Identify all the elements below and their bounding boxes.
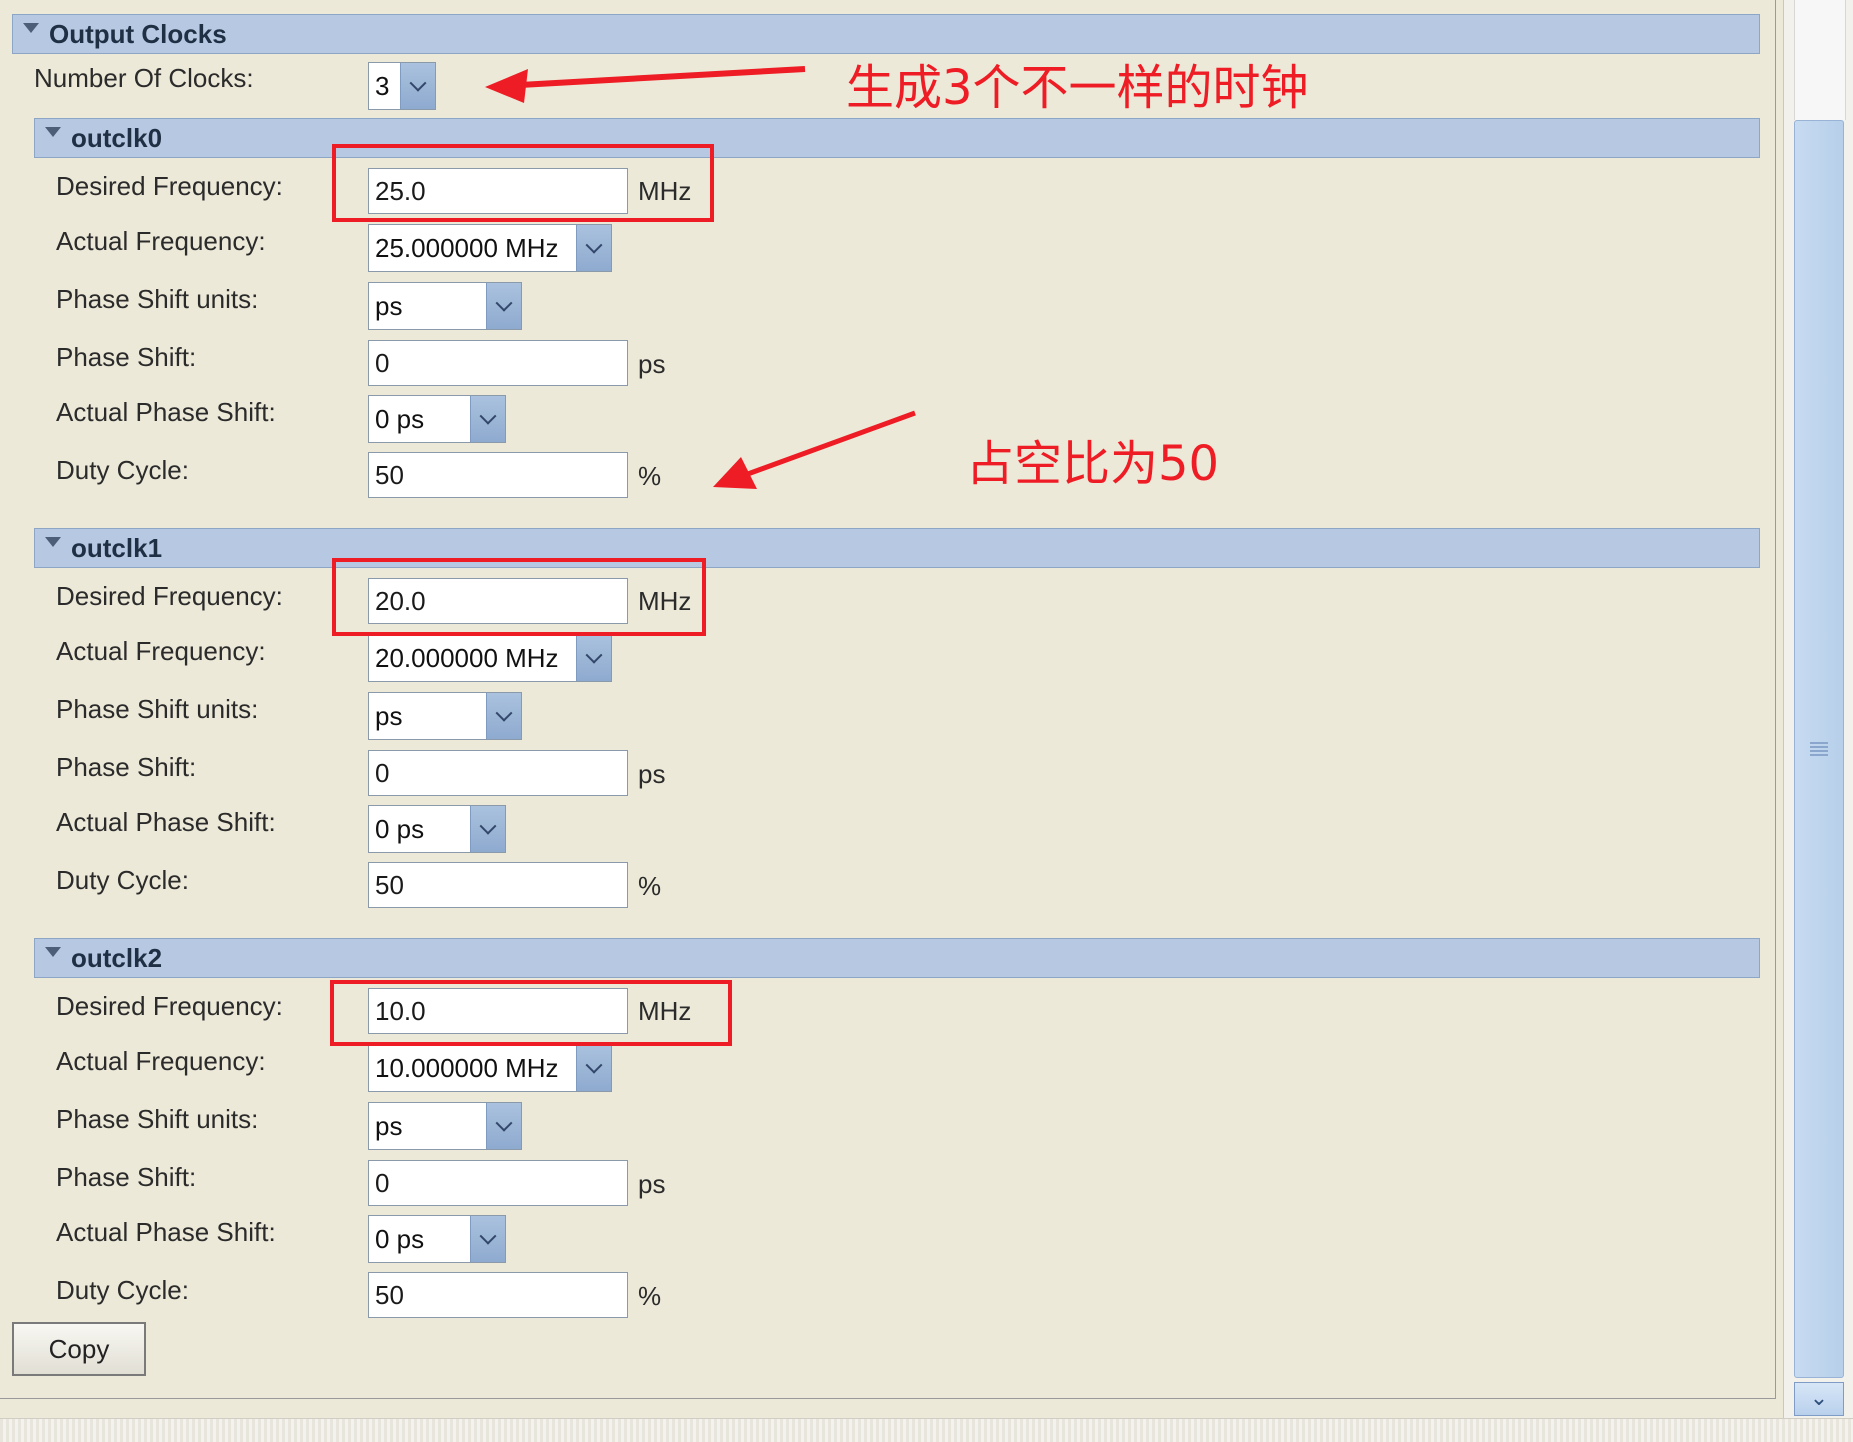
desired-frequency-label: Desired Frequency: bbox=[56, 991, 283, 1021]
collapse-triangle-icon[interactable] bbox=[45, 537, 61, 547]
chevron-down-icon[interactable] bbox=[576, 635, 611, 681]
phase-shift-label: Phase Shift: bbox=[56, 1162, 197, 1192]
collapse-triangle-icon[interactable] bbox=[45, 947, 61, 957]
actual-frequency-value: 10.000000 MHz bbox=[375, 1053, 559, 1083]
number-of-clocks-value: 3 bbox=[375, 71, 390, 101]
outclk0-title: outclk0 bbox=[71, 122, 163, 153]
phase-shift-units-label: Phase Shift units: bbox=[56, 284, 259, 314]
duty-cycle-unit: % bbox=[638, 461, 662, 491]
chevron-down-icon[interactable] bbox=[470, 1216, 505, 1262]
actual-phase-shift-value: 0 ps bbox=[375, 1224, 425, 1254]
scroll-grip-icon bbox=[1810, 742, 1828, 756]
actual-phase-shift-label: Actual Phase Shift: bbox=[56, 1217, 276, 1247]
phase-shift-unit: ps bbox=[638, 349, 666, 379]
actual-frequency-select[interactable]: 10.000000 MHz bbox=[368, 1044, 612, 1092]
desired-frequency-input[interactable]: 10.0 bbox=[368, 988, 628, 1034]
phase-shift-label: Phase Shift: bbox=[56, 752, 197, 782]
phase-shift-input[interactable]: 0 bbox=[368, 1160, 628, 1206]
vertical-scrollbar[interactable]: ⌄ bbox=[1783, 0, 1853, 1418]
duty-cycle-input[interactable]: 50 bbox=[368, 452, 628, 498]
phase-shift-units-label: Phase Shift units: bbox=[56, 1104, 259, 1134]
phase-shift-input[interactable]: 0 bbox=[368, 750, 628, 796]
desired-frequency-input[interactable]: 20.0 bbox=[368, 578, 628, 624]
phase-shift-input[interactable]: 0 bbox=[368, 340, 628, 386]
actual-phase-shift-select[interactable]: 0 ps bbox=[368, 1215, 506, 1263]
phase-shift-label: Phase Shift: bbox=[56, 342, 197, 372]
annotation-duty-cycle: 占空比为50 bbox=[966, 436, 1220, 492]
actual-frequency-label: Actual Frequency: bbox=[56, 1046, 266, 1076]
desired-frequency-label: Desired Frequency: bbox=[56, 581, 283, 611]
phase-shift-units-value: ps bbox=[375, 291, 403, 321]
duty-cycle-label: Duty Cycle: bbox=[56, 455, 189, 485]
phase-shift-unit: ps bbox=[638, 1169, 666, 1199]
duty-cycle-unit: % bbox=[638, 1281, 662, 1311]
actual-phase-shift-value: 0 ps bbox=[375, 814, 425, 844]
actual-frequency-label: Actual Frequency: bbox=[56, 226, 266, 256]
annotation-generate-clocks: 生成3个不一样的时钟 bbox=[846, 60, 1309, 116]
collapse-triangle-icon[interactable] bbox=[45, 127, 61, 137]
duty-cycle-label: Duty Cycle: bbox=[56, 1275, 189, 1305]
phase-shift-units-select[interactable]: ps bbox=[368, 282, 522, 330]
outclk2-title: outclk2 bbox=[71, 942, 163, 973]
chevron-down-icon[interactable] bbox=[400, 63, 435, 109]
actual-frequency-select[interactable]: 20.000000 MHz bbox=[368, 634, 612, 682]
desired-frequency-unit: MHz bbox=[638, 586, 692, 616]
duty-cycle-input[interactable]: 50 bbox=[368, 862, 628, 908]
actual-frequency-label: Actual Frequency: bbox=[56, 636, 266, 666]
actual-phase-shift-select[interactable]: 0 ps bbox=[368, 395, 506, 443]
chevron-down-icon[interactable] bbox=[486, 1103, 521, 1149]
desired-frequency-unit: MHz bbox=[638, 176, 692, 206]
chevron-down-icon[interactable] bbox=[486, 283, 521, 329]
outclk0-header[interactable]: outclk0 bbox=[34, 118, 1760, 158]
duty-cycle-unit: % bbox=[638, 871, 662, 901]
actual-phase-shift-value: 0 ps bbox=[375, 404, 425, 434]
phase-shift-units-label: Phase Shift units: bbox=[56, 694, 259, 724]
outclk1-title: outclk1 bbox=[71, 532, 163, 563]
desired-frequency-unit: MHz bbox=[638, 996, 692, 1026]
desired-frequency-label: Desired Frequency: bbox=[56, 171, 283, 201]
actual-frequency-value: 20.000000 MHz bbox=[375, 643, 559, 673]
copy-button[interactable]: Copy bbox=[12, 1322, 146, 1376]
actual-frequency-value: 25.000000 MHz bbox=[375, 233, 559, 263]
actual-phase-shift-select[interactable]: 0 ps bbox=[368, 805, 506, 853]
phase-shift-units-select[interactable]: ps bbox=[368, 692, 522, 740]
chevron-down-icon[interactable] bbox=[576, 225, 611, 271]
duty-cycle-input[interactable]: 50 bbox=[368, 1272, 628, 1318]
chevron-down-icon[interactable] bbox=[576, 1045, 611, 1091]
phase-shift-units-select[interactable]: ps bbox=[368, 1102, 522, 1150]
chevron-down-icon[interactable] bbox=[470, 806, 505, 852]
output-clocks-panel: Output Clocks Number Of Clocks: 3 outclk… bbox=[0, 0, 1776, 1399]
collapse-triangle-icon[interactable] bbox=[23, 23, 39, 33]
scroll-thumb[interactable] bbox=[1794, 120, 1844, 1378]
desired-frequency-input[interactable]: 25.0 bbox=[368, 168, 628, 214]
scroll-down-arrow-icon[interactable]: ⌄ bbox=[1794, 1382, 1844, 1416]
number-of-clocks-select[interactable]: 3 bbox=[368, 62, 436, 110]
outclk2-header[interactable]: outclk2 bbox=[34, 938, 1760, 978]
actual-phase-shift-label: Actual Phase Shift: bbox=[56, 397, 276, 427]
output-clocks-title: Output Clocks bbox=[49, 18, 227, 49]
number-of-clocks-label: Number Of Clocks: bbox=[34, 63, 254, 93]
phase-shift-unit: ps bbox=[638, 759, 666, 789]
actual-frequency-select[interactable]: 25.000000 MHz bbox=[368, 224, 612, 272]
status-strip bbox=[0, 1418, 1853, 1442]
duty-cycle-label: Duty Cycle: bbox=[56, 865, 189, 895]
chevron-down-icon[interactable] bbox=[470, 396, 505, 442]
outclk1-header[interactable]: outclk1 bbox=[34, 528, 1760, 568]
phase-shift-units-value: ps bbox=[375, 1111, 403, 1141]
scroll-track[interactable] bbox=[1794, 0, 1846, 120]
phase-shift-units-value: ps bbox=[375, 701, 403, 731]
actual-phase-shift-label: Actual Phase Shift: bbox=[56, 807, 276, 837]
chevron-down-icon[interactable] bbox=[486, 693, 521, 739]
